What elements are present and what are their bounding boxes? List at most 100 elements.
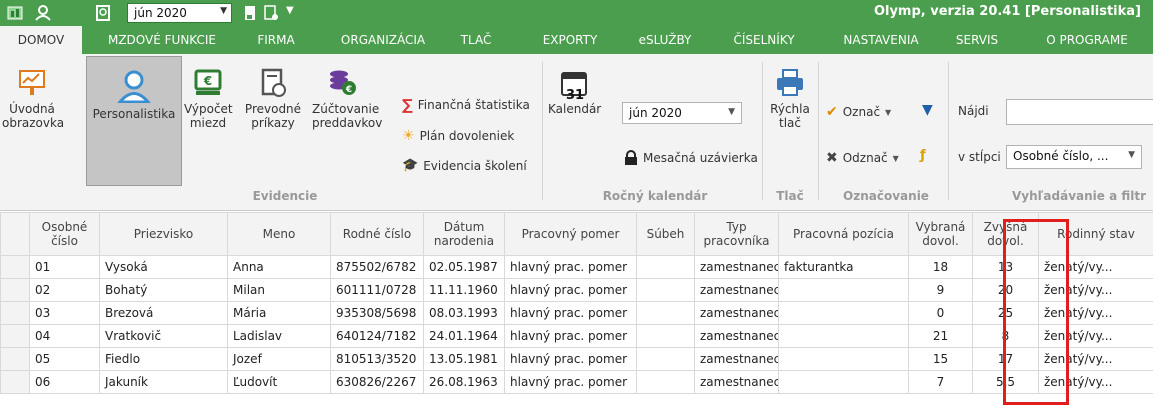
- col-header-typ-pracovnika[interactable]: Typ pracovníka: [694, 212, 779, 256]
- tab-nastavenia[interactable]: NASTAVENIA: [830, 26, 932, 54]
- row-indicator[interactable]: [0, 347, 30, 371]
- cell-rodinny-stav[interactable]: ženatý/vy...: [1038, 278, 1153, 302]
- cell-datum-narodenia[interactable]: 02.05.1987: [423, 255, 505, 279]
- table-row[interactable]: 05 Fiedlo Jozef 810513/3520 13.05.1981 hlavný…: [0, 347, 1153, 371]
- cell-priezvisko[interactable]: Jakuník: [99, 370, 228, 394]
- cell-zvysna-dovolenka[interactable]: 5,5: [972, 370, 1039, 394]
- col-header-pracovna-pozicia[interactable]: Pracovná pozícia: [778, 212, 909, 256]
- row-indicator[interactable]: [0, 324, 30, 348]
- cell-datum-narodenia[interactable]: 11.11.1960: [423, 278, 505, 302]
- cell-rodne-cislo[interactable]: 630826/2267: [330, 370, 424, 394]
- cell-priezvisko[interactable]: Vratkovič: [99, 324, 228, 348]
- cell-meno[interactable]: Ľudovít: [227, 370, 331, 394]
- cell-rodne-cislo[interactable]: 875502/6782: [330, 255, 424, 279]
- col-header-osobne-cislo[interactable]: Osobné číslo: [29, 212, 100, 256]
- cell-pracovna-pozicia[interactable]: [778, 278, 909, 302]
- cell-priezvisko[interactable]: Vysoká: [99, 255, 228, 279]
- cell-pracovna-pozicia[interactable]: [778, 347, 909, 371]
- tab-domov[interactable]: DOMOV: [0, 26, 82, 54]
- cell-pracovny-pomer[interactable]: hlavný prac. pomer: [504, 370, 637, 394]
- filter-icon[interactable]: ▼: [922, 102, 933, 118]
- cell-osobne-cislo[interactable]: 02: [29, 278, 100, 302]
- cell-rodinny-stav[interactable]: ženatý/vy...: [1038, 347, 1153, 371]
- cell-typ-pracovnika[interactable]: zamestnanec: [694, 324, 779, 348]
- cell-pracovna-pozicia[interactable]: fakturantka: [778, 255, 909, 279]
- tab-organizacia[interactable]: ORGANIZÁCIA: [334, 26, 432, 54]
- tab-servis[interactable]: SERVIS: [946, 26, 1008, 54]
- col-header-rodne-cislo[interactable]: Rodné číslo: [330, 212, 424, 256]
- cell-zvysna-dovolenka[interactable]: 17: [972, 347, 1039, 371]
- col-header-datum-narodenia[interactable]: Dátum narodenia: [423, 212, 505, 256]
- rychla-tlac-button[interactable]: Rýchla tlač: [768, 68, 812, 130]
- personalistika-button[interactable]: Personalistika: [86, 56, 182, 186]
- cell-pracovny-pomer[interactable]: hlavný prac. pomer: [504, 255, 637, 279]
- cell-osobne-cislo[interactable]: 03: [29, 301, 100, 325]
- cell-pracovna-pozicia[interactable]: [778, 301, 909, 325]
- app-home-icon[interactable]: [6, 4, 24, 22]
- cell-priezvisko[interactable]: Fiedlo: [99, 347, 228, 371]
- payslip-icon[interactable]: [94, 4, 112, 22]
- search-input[interactable]: [1006, 99, 1153, 125]
- odznac-button[interactable]: ✖ Odznač ▼: [826, 150, 899, 166]
- cell-vybrana-dovolenka[interactable]: 21: [908, 324, 973, 348]
- period-select[interactable]: jún 2020 ▼: [127, 3, 232, 23]
- cell-datum-narodenia[interactable]: 24.01.1964: [423, 324, 505, 348]
- cell-subeh[interactable]: [636, 301, 695, 325]
- cell-rodne-cislo[interactable]: 601111/0728: [330, 278, 424, 302]
- evidencia-skoleni-button[interactable]: 🎓 Evidencia školení: [402, 158, 527, 173]
- col-header-zvysna-dovolenka[interactable]: Zvyšná dovol.: [972, 212, 1039, 256]
- cell-typ-pracovnika[interactable]: zamestnanec: [694, 347, 779, 371]
- table-row[interactable]: 04 Vratkovič Ladislav 640124/7182 24.01.1964…: [0, 324, 1153, 348]
- table-row[interactable]: 02 Bohatý Milan 601111/0728 11.11.1960 hlavný…: [0, 278, 1153, 302]
- cell-subeh[interactable]: [636, 347, 695, 371]
- row-indicator[interactable]: [0, 301, 30, 325]
- tab-firma[interactable]: FIRMA: [248, 26, 304, 54]
- table-row[interactable]: 06 Jakuník Ľudovít 630826/2267 26.08.1963 hla…: [0, 370, 1153, 394]
- cell-zvysna-dovolenka[interactable]: 25: [972, 301, 1039, 325]
- person-icon[interactable]: [34, 4, 52, 22]
- cell-meno[interactable]: Jozef: [227, 347, 331, 371]
- cell-vybrana-dovolenka[interactable]: 18: [908, 255, 973, 279]
- cell-datum-narodenia[interactable]: 13.05.1981: [423, 347, 505, 371]
- zuctovanie-preddavkov-button[interactable]: € Zúčtovanie preddavkov: [312, 68, 382, 130]
- search-column-select[interactable]: Osobné číslo, ... ▼: [1006, 145, 1142, 169]
- cell-zvysna-dovolenka[interactable]: 20: [972, 278, 1039, 302]
- tab-esluzby[interactable]: eSLUŽBY: [632, 26, 698, 54]
- cell-priezvisko[interactable]: Brezová: [99, 301, 228, 325]
- cell-pracovna-pozicia[interactable]: [778, 324, 909, 348]
- plan-dovoleniek-button[interactable]: ☀ Plán dovoleniek: [402, 128, 514, 144]
- cell-subeh[interactable]: [636, 370, 695, 394]
- cell-pracovny-pomer[interactable]: hlavný prac. pomer: [504, 301, 637, 325]
- quick-access-more-icon[interactable]: ▼: [286, 5, 294, 16]
- cell-datum-narodenia[interactable]: 26.08.1963: [423, 370, 505, 394]
- cell-zvysna-dovolenka[interactable]: 8: [972, 324, 1039, 348]
- calculator-icon[interactable]: [262, 4, 280, 22]
- cell-typ-pracovnika[interactable]: zamestnanec: [694, 301, 779, 325]
- col-header-vybrana-dovolenka[interactable]: Vybraná dovol.: [908, 212, 973, 256]
- financna-statistika-button[interactable]: ∑ Finančná štatistika: [402, 96, 530, 114]
- table-row[interactable]: 01 Vysoká Anna 875502/6782 02.05.1987 hlavný …: [0, 255, 1153, 279]
- cell-osobne-cislo[interactable]: 06: [29, 370, 100, 394]
- cell-rodinny-stav[interactable]: ženatý/vy...: [1038, 370, 1153, 394]
- cell-vybrana-dovolenka[interactable]: 9: [908, 278, 973, 302]
- cell-vybrana-dovolenka[interactable]: 7: [908, 370, 973, 394]
- cell-meno[interactable]: Mária: [227, 301, 331, 325]
- tab-tlac[interactable]: TLAČ: [454, 26, 498, 54]
- col-header-pracovny-pomer[interactable]: Pracovný pomer: [504, 212, 637, 256]
- cell-vybrana-dovolenka[interactable]: 0: [908, 301, 973, 325]
- col-header-meno[interactable]: Meno: [227, 212, 331, 256]
- row-indicator[interactable]: [0, 370, 30, 394]
- document-icon[interactable]: [241, 4, 259, 22]
- cell-osobne-cislo[interactable]: 05: [29, 347, 100, 371]
- row-indicator[interactable]: [0, 278, 30, 302]
- vypocet-miezd-button[interactable]: € Výpočet miezd: [184, 68, 233, 130]
- cell-pracovna-pozicia[interactable]: [778, 370, 909, 394]
- table-row[interactable]: 03 Brezová Mária 935308/5698 08.03.1993 hlavn…: [0, 301, 1153, 325]
- tab-ciselniky[interactable]: ČÍSELNÍKY: [722, 26, 806, 54]
- cell-meno[interactable]: Ladislav: [227, 324, 331, 348]
- cell-rodne-cislo[interactable]: 810513/3520: [330, 347, 424, 371]
- cell-meno[interactable]: Anna: [227, 255, 331, 279]
- col-header-rodinny-stav[interactable]: Rodinný stav: [1038, 212, 1153, 256]
- cell-typ-pracovnika[interactable]: zamestnanec: [694, 255, 779, 279]
- tab-mzdove-funkcie[interactable]: MZDOVÉ FUNKCIE: [104, 26, 220, 54]
